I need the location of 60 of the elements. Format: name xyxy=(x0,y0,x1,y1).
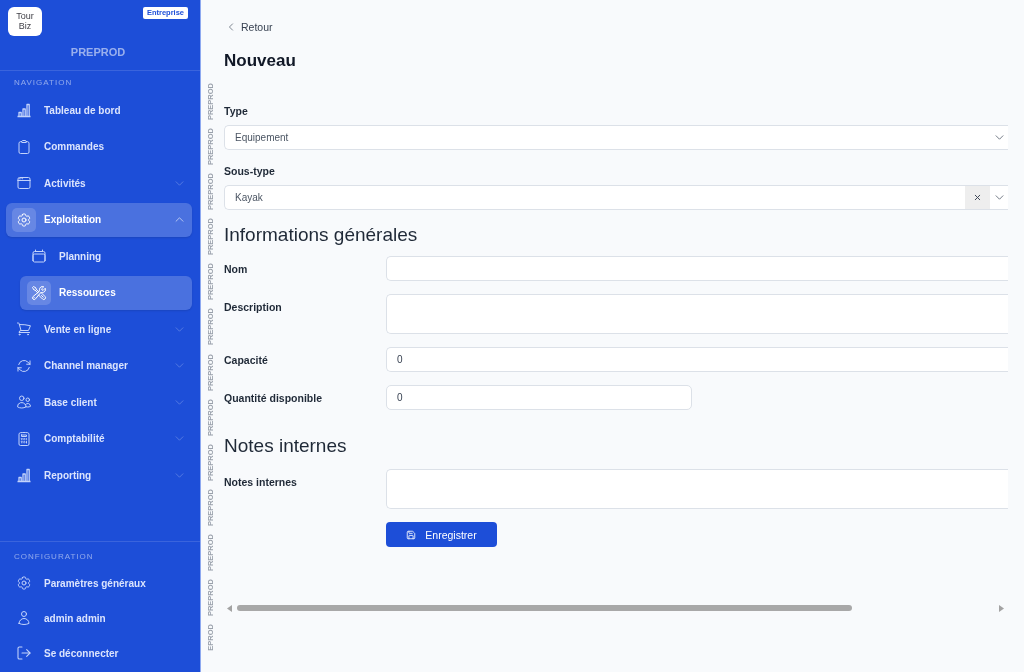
logout-icon xyxy=(16,645,32,661)
bar-chart-icon xyxy=(16,102,32,118)
gear-icon xyxy=(12,207,36,232)
field-label: Type xyxy=(224,105,248,117)
nav-item[interactable]: Base client xyxy=(6,385,192,419)
settings-icon xyxy=(16,575,32,591)
nav-subitem[interactable]: Ressources xyxy=(20,275,192,310)
back-link[interactable]: Retour xyxy=(226,20,273,34)
input-field[interactable]: 0 xyxy=(386,347,1008,372)
section-heading: Informations générales xyxy=(224,223,419,247)
page-title: Nouveau xyxy=(224,51,297,71)
environment-label: PREPROD xyxy=(69,46,127,58)
user-icon xyxy=(16,610,32,626)
select-field[interactable]: Kayak xyxy=(224,185,1008,210)
users-icon xyxy=(16,394,32,410)
section-label: CONFIGURATION xyxy=(13,552,95,561)
select-field[interactable]: Equipement xyxy=(224,125,1008,150)
clear-button[interactable] xyxy=(965,186,990,209)
nav-item[interactable]: Channel manager xyxy=(6,348,192,383)
calendar-icon xyxy=(31,248,47,264)
nav-item[interactable]: Tableau de bord xyxy=(6,93,192,127)
tools-icon xyxy=(27,280,51,305)
shopping-cart-icon xyxy=(16,321,32,337)
nav-item[interactable]: Exploitation xyxy=(6,202,192,237)
nav-item[interactable]: Commandes xyxy=(6,129,192,164)
scrollbar-thumb[interactable] xyxy=(237,605,852,611)
calculator-icon xyxy=(16,430,32,447)
field-label: Quantité disponible xyxy=(224,391,323,404)
field-label: Capacité xyxy=(224,353,269,366)
field-label: Notes internes xyxy=(224,475,298,488)
window-icon xyxy=(16,175,32,191)
save-icon xyxy=(406,529,417,540)
nav-item[interactable]: Reporting xyxy=(6,458,192,492)
clipboard-icon xyxy=(16,138,32,155)
textarea-field[interactable] xyxy=(386,469,1008,509)
chevron-down-icon xyxy=(993,132,1005,143)
input-field[interactable] xyxy=(386,256,1008,281)
field-label: Sous-type xyxy=(224,165,275,177)
section-label: NAVIGATION xyxy=(13,78,74,87)
field-label: Description xyxy=(224,300,283,313)
close-icon xyxy=(973,193,982,202)
nav-item[interactable]: Se déconnecter xyxy=(6,637,192,669)
input-field[interactable]: 0 xyxy=(386,385,692,410)
nav-item[interactable]: Paramètres généraux xyxy=(6,567,192,599)
section-heading: Notes internes xyxy=(224,434,348,458)
save-button[interactable]: Enregistrer xyxy=(386,522,497,547)
refresh-icon xyxy=(16,357,32,374)
textarea-field[interactable] xyxy=(386,294,1008,334)
field-label: Nom xyxy=(224,262,249,275)
scroll-left-icon[interactable] xyxy=(227,604,232,612)
chevron-left-icon xyxy=(226,22,236,32)
nav-item[interactable]: Comptabilité xyxy=(6,421,192,456)
logo: Tour Biz xyxy=(8,7,42,36)
bar-chart-icon xyxy=(16,467,32,483)
nav-item[interactable]: admin admin xyxy=(6,602,192,634)
scroll-right-icon[interactable] xyxy=(999,604,1004,612)
chevron-down-icon xyxy=(993,192,1005,203)
nav-item[interactable]: Activités xyxy=(6,166,192,200)
nav-item[interactable]: Vente en ligne xyxy=(6,312,192,346)
nav-subitem[interactable]: Planning xyxy=(20,239,192,273)
